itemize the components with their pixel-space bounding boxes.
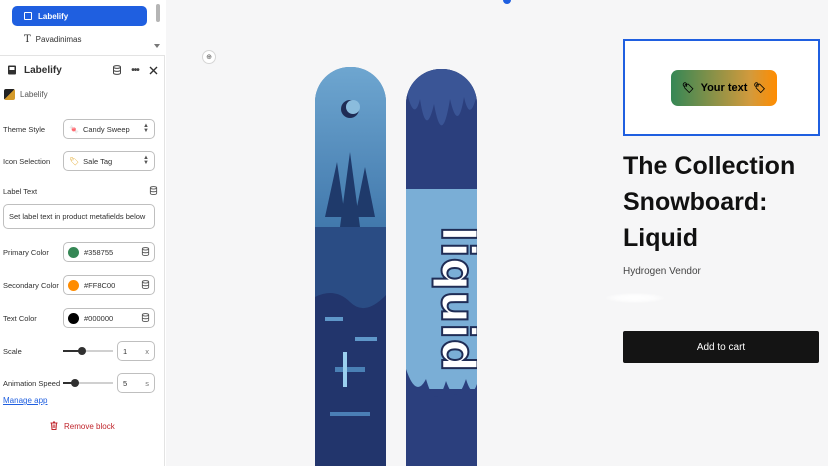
add-to-cart-button[interactable]: Add to cart xyxy=(623,331,819,363)
scrollbar-thumb[interactable] xyxy=(156,4,160,22)
section-tree: Labelify T Pavadinimas xyxy=(0,0,165,56)
app-name: Labelify xyxy=(20,90,48,99)
tree-item-label: Pavadinimas xyxy=(35,34,82,44)
secondary-color-input[interactable]: #FF8C00 xyxy=(63,275,155,295)
database-icon[interactable] xyxy=(141,312,150,324)
primary-color-input[interactable]: #358755 xyxy=(63,242,155,262)
close-icon[interactable] xyxy=(147,64,159,76)
text-color-label: Text Color xyxy=(3,313,37,323)
candy-icon: 🍬 xyxy=(69,124,79,134)
slider-thumb[interactable] xyxy=(71,379,80,387)
label-text-label: Label Text xyxy=(3,187,38,196)
label-text-input[interactable]: Set label text in product metafields bel… xyxy=(3,204,155,229)
scale-slider[interactable] xyxy=(63,345,113,357)
tree-item-pavadinimas[interactable]: T Pavadinimas xyxy=(24,32,81,46)
primary-color-row: Primary Color #358755 xyxy=(3,242,158,262)
product-vendor: Hydrogen Vendor xyxy=(623,266,701,277)
database-icon[interactable] xyxy=(141,279,150,291)
product-label-badge: 🏷 Your text 🏷 xyxy=(671,70,777,106)
tree-item-labelify[interactable]: Labelify xyxy=(12,6,147,26)
label-preview-box[interactable]: 🏷 Your text 🏷 xyxy=(623,39,820,136)
secondary-color-label: Secondary Color xyxy=(3,280,59,290)
animation-speed-unit: s xyxy=(145,378,149,388)
secondary-color-swatch[interactable] xyxy=(68,279,79,291)
theme-style-label: Theme Style xyxy=(3,124,46,134)
sidebar: Labelify T Pavadinimas Labelify ••• Labe… xyxy=(0,0,165,466)
scale-unit: x xyxy=(145,346,149,356)
secondary-color-row: Secondary Color #FF8C00 xyxy=(3,275,158,295)
snowboard-image-back: liquid xyxy=(406,69,477,466)
scale-row: Scale 1 x xyxy=(3,341,158,361)
snowboard-back-art: liquid xyxy=(406,69,477,466)
manage-app-link[interactable]: Manage app xyxy=(3,396,47,405)
app-block-icon xyxy=(6,64,18,76)
theme-style-select[interactable]: 🍬 Candy Sweep ▲ ▼ xyxy=(63,119,155,139)
labelify-logo xyxy=(4,89,15,100)
remove-block-button[interactable]: Remove block xyxy=(50,421,115,432)
zoom-icon[interactable]: ⊕ xyxy=(202,50,216,64)
scroll-down-icon[interactable] xyxy=(154,44,160,48)
snowboard-front-art xyxy=(315,67,386,466)
remove-block-label: Remove block xyxy=(64,422,115,431)
tree-item-label: Labelify xyxy=(38,11,69,21)
board-art-text: liquid xyxy=(431,226,477,372)
slider-thumb[interactable] xyxy=(77,347,86,355)
database-icon[interactable] xyxy=(149,186,158,197)
decorative-streak xyxy=(606,293,664,303)
animation-speed-label: Animation Speed xyxy=(3,378,61,388)
theme-style-row: Theme Style 🍬 Candy Sweep ▲ ▼ xyxy=(3,119,158,139)
scale-value: 1 xyxy=(123,346,128,356)
snowboard-image-front xyxy=(315,67,386,466)
panel-title: Labelify xyxy=(24,64,62,76)
text-color-value: #000000 xyxy=(84,313,114,323)
secondary-color-value: #FF8C00 xyxy=(84,280,116,290)
app-block-icon xyxy=(24,12,32,20)
database-icon[interactable] xyxy=(141,246,150,258)
more-options-icon[interactable]: ••• xyxy=(129,64,141,76)
scale-input[interactable]: 1 x xyxy=(117,341,155,361)
icon-selection-row: Icon Selection 🏷 Sale Tag ▲ ▼ xyxy=(3,151,158,171)
text-color-row: Text Color #000000 xyxy=(3,308,158,328)
database-icon[interactable] xyxy=(111,64,123,76)
text-color-input[interactable]: #000000 xyxy=(63,308,155,328)
primary-color-value: #358755 xyxy=(84,247,114,257)
sale-tag-icon: 🏷 xyxy=(681,82,695,94)
store-preview: ⊕ liquid 🏷 Your text 🏷 The Collection Sn… xyxy=(166,0,828,466)
section-indicator xyxy=(503,0,511,4)
animation-speed-slider[interactable] xyxy=(63,377,113,389)
chevron-updown-icon: ▲ ▼ xyxy=(143,155,149,166)
product-title: The Collection Snowboard: Liquid xyxy=(623,152,796,252)
text-color-swatch[interactable] xyxy=(68,312,79,324)
icon-selection-label: Icon Selection xyxy=(3,156,51,166)
label-text-row: Label Text xyxy=(3,186,158,197)
icon-selection-value: Sale Tag xyxy=(83,156,113,166)
block-panel-header: Labelify ••• xyxy=(0,58,165,82)
label-badge-text: Your text xyxy=(700,82,748,94)
primary-color-swatch[interactable] xyxy=(68,246,79,258)
theme-editor: Labelify T Pavadinimas Labelify ••• Labe… xyxy=(0,0,828,466)
theme-style-value: Candy Sweep xyxy=(82,124,130,134)
primary-color-label: Primary Color xyxy=(3,247,49,257)
scale-label: Scale xyxy=(3,346,22,356)
sale-tag-icon: 🏷 xyxy=(69,156,80,166)
sale-tag-icon: 🏷 xyxy=(753,82,767,94)
icon-selection-select[interactable]: 🏷 Sale Tag ▲ ▼ xyxy=(63,151,155,171)
text-type-icon: T xyxy=(24,33,31,45)
chevron-updown-icon: ▲ ▼ xyxy=(143,123,149,134)
trash-icon xyxy=(50,421,58,432)
animation-speed-row: Animation Speed 5 s xyxy=(3,373,158,393)
animation-speed-value: 5 xyxy=(123,378,128,388)
app-source: Labelify xyxy=(4,89,48,100)
animation-speed-input[interactable]: 5 s xyxy=(117,373,155,393)
